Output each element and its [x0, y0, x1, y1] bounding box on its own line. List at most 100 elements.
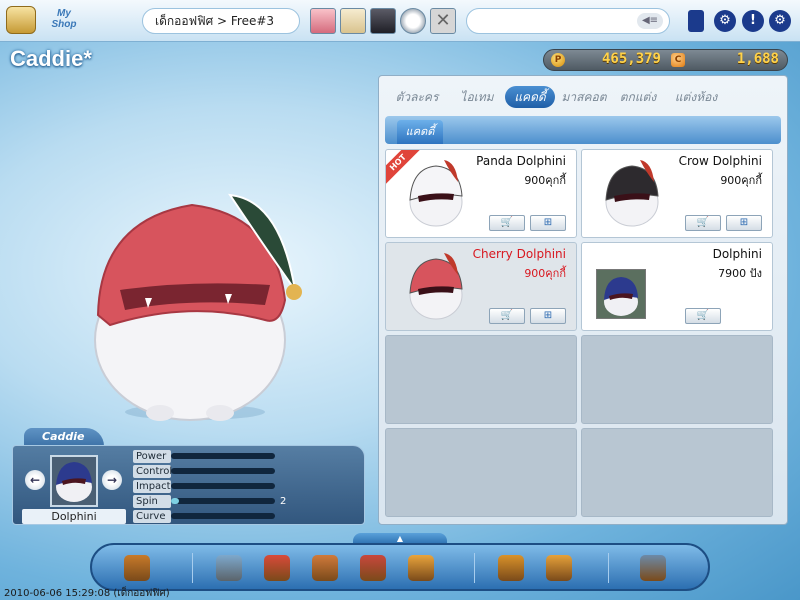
cookie-icon[interactable]	[408, 555, 434, 581]
pang-coin-icon: P	[551, 53, 565, 67]
chat-input[interactable]: ◀≡	[466, 8, 670, 34]
toolbar-separator	[474, 553, 475, 583]
friend-avatar-icon[interactable]	[340, 8, 366, 34]
item-image	[409, 253, 463, 320]
my-shop-button[interactable]: My Shop	[44, 8, 84, 34]
top-bar: My Shop เด็กออฟฟิศ > Free#3 ✕ ◀≡ ⚙ ! ⚙	[0, 0, 800, 42]
toolbar-separator	[192, 553, 193, 583]
empty-slot	[385, 428, 577, 517]
gift-button[interactable]: ⊞	[530, 215, 566, 231]
page-title: Caddie*	[10, 46, 92, 71]
shop-tab-4[interactable]: ตกแต่ง	[613, 86, 663, 108]
stat-bar	[171, 498, 275, 504]
stat-row-impact: Impact	[133, 480, 275, 494]
exchange-icon[interactable]	[546, 555, 572, 581]
card-pack-icon[interactable]	[312, 555, 338, 581]
buy-cart-button[interactable]: 🛒	[489, 215, 525, 231]
subtab-caddie[interactable]: แคดดี้	[397, 120, 443, 144]
shop-tabs: ตัวละคร ไอเทม แคดดี้ มาสคอต ตกแต่ง แต่งห้อง	[387, 86, 777, 108]
gift-button[interactable]: ⊞	[726, 215, 762, 231]
shop-tab-1[interactable]: ไอเทม	[453, 86, 501, 108]
stat-row-power: Power	[133, 450, 275, 464]
empty-slot	[581, 428, 773, 517]
dolphini-icon	[604, 277, 638, 316]
item-price: 900คุกกี้	[524, 267, 566, 280]
cookie-amount: 1,688	[736, 51, 779, 67]
stat-bar	[171, 513, 275, 519]
stat-label: Control	[133, 465, 172, 478]
stat-label: Curve	[133, 510, 171, 523]
gift-button[interactable]: ⊞	[530, 308, 566, 324]
stat-row-control: Control	[133, 465, 275, 479]
item-grid: HOT Panda Dolphini 900คุกกี้ 🛒 ⊞ Crow Dolphin…	[385, 149, 783, 521]
shop-panel: ตัวละคร ไอเทม แคดดี้ มาสคอต ตกแต่ง แต่งห้อง แ…	[378, 75, 788, 525]
item-card[interactable]: Crow Dolphini 900คุกกี้ 🛒 ⊞	[581, 149, 773, 238]
stat-row-curve: Curve	[133, 510, 275, 524]
pang-amount: 465,379	[601, 51, 661, 67]
preview-foot-right	[206, 405, 234, 421]
item-name: Dolphini	[712, 247, 762, 261]
subtab-bar: แคดดี้	[385, 116, 781, 144]
cookie-coin-icon: C	[671, 53, 685, 67]
bottom-toolbar	[90, 543, 710, 591]
stat-label: Spin	[133, 495, 171, 508]
item-name: Panda Dolphini	[476, 154, 566, 168]
shop-tab-0[interactable]: ตัวละคร	[387, 86, 447, 108]
item-image	[409, 160, 463, 227]
ball-avatar-icon[interactable]	[400, 8, 426, 34]
inventory-icon[interactable]	[688, 10, 704, 32]
currency-bar: P 465,379 C 1,688	[543, 49, 788, 71]
status-timestamp: 2010-06-06 15:29:08 (เด็กออฟฟิศ)	[4, 588, 170, 599]
caddie-thumbnail	[50, 455, 98, 507]
stat-bar	[171, 453, 275, 459]
stat-row-spin: Spin	[133, 495, 275, 509]
item-image	[605, 160, 659, 227]
preview-foot-left	[146, 405, 174, 421]
settings-key-icon[interactable]: ⚙	[714, 10, 736, 32]
toolbar-separator	[608, 553, 609, 583]
item-card[interactable]: HOT Panda Dolphini 900คุกกี้ 🛒 ⊞	[385, 149, 577, 238]
item-thumbnail	[596, 269, 646, 319]
megaphone-icon[interactable]: ◀≡	[637, 13, 663, 29]
caddie-info-tab: Caddie	[24, 428, 104, 446]
empty-slot	[385, 335, 577, 424]
item-name: Crow Dolphini	[678, 154, 762, 168]
item-price: 7900 ปัง	[718, 267, 762, 280]
buy-cart-button[interactable]: 🛒	[489, 308, 525, 324]
shop-tab-3[interactable]: มาสคอต	[557, 86, 611, 108]
help-icon[interactable]: !	[742, 10, 764, 32]
item-name: Cherry Dolphini	[472, 247, 566, 261]
profile-badge-icon[interactable]	[6, 6, 36, 34]
item-card[interactable]: Cherry Dolphini 900คุกกี้ 🛒 ⊞	[385, 242, 577, 331]
stat-bar	[171, 468, 275, 474]
options-gear-icon[interactable]: ⚙	[769, 10, 791, 32]
gift-box-icon[interactable]	[264, 555, 290, 581]
item-card[interactable]: Dolphini 7900 ปัง 🛒	[581, 242, 773, 331]
stat-bar-fill	[171, 498, 179, 504]
settings-panel-icon[interactable]	[640, 555, 666, 581]
stat-label: Impact	[133, 480, 171, 493]
room-name-field[interactable]: เด็กออฟฟิศ > Free#3	[142, 8, 300, 34]
home-icon[interactable]	[498, 555, 524, 581]
stat-label: Power	[133, 450, 171, 463]
shop-tab-2[interactable]: แคดดี้	[505, 86, 555, 108]
close-slot-icon[interactable]: ✕	[430, 8, 456, 34]
stat-bar	[171, 483, 275, 489]
item-price: 900คุกกี้	[524, 174, 566, 187]
shop-register-icon[interactable]	[216, 555, 242, 581]
item-price: 900คุกกี้	[720, 174, 762, 187]
caddie-name-label: Dolphini	[22, 509, 126, 524]
exit-door-icon[interactable]	[124, 555, 150, 581]
previous-caddie-button[interactable]: ←	[25, 470, 45, 490]
character-avatar-icon[interactable]	[370, 8, 396, 34]
mailbox-icon[interactable]	[360, 555, 386, 581]
caddie-thumb-icon	[56, 462, 92, 502]
shop-tab-5[interactable]: แต่งห้อง	[667, 86, 725, 108]
buy-cart-button[interactable]: 🛒	[685, 308, 721, 324]
empty-slot	[581, 335, 773, 424]
next-caddie-button[interactable]: →	[102, 470, 122, 490]
preview-hand	[286, 284, 302, 300]
buy-cart-button[interactable]: 🛒	[685, 215, 721, 231]
caddie-preview[interactable]	[80, 180, 320, 430]
player-avatar-icon[interactable]	[310, 8, 336, 34]
